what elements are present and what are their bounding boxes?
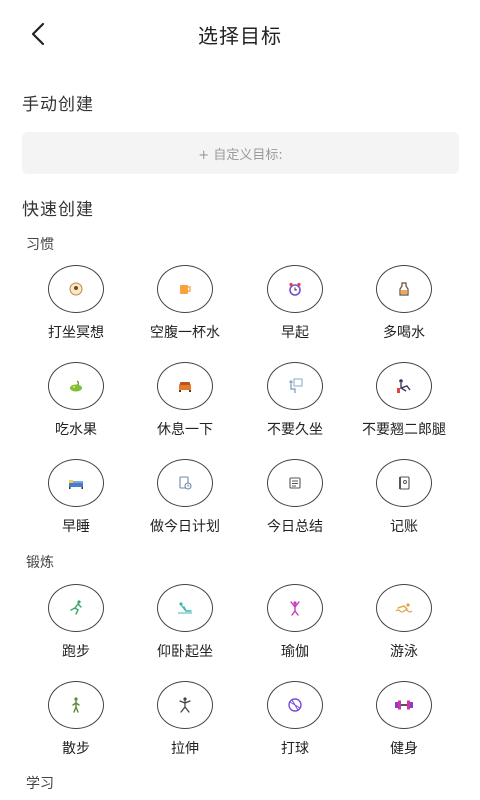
goal-icon-circle: [48, 265, 104, 313]
goal-icon-circle: [48, 362, 104, 410]
water-bottle-icon: [399, 282, 409, 296]
goal-label: 早睡: [62, 519, 90, 535]
goal-item[interactable]: 记账: [349, 459, 459, 536]
page-title: 选择目标: [198, 24, 282, 48]
summary-doc-icon: [289, 477, 301, 489]
goal-label: 多喝水: [383, 325, 425, 341]
goal-label: 不要久坐: [267, 422, 323, 438]
goal-label: 瑜伽: [281, 644, 309, 660]
goal-icon-circle: [267, 584, 323, 632]
situp-icon: [178, 602, 192, 614]
goal-label: 吃水果: [55, 422, 97, 438]
goal-label: 做今日计划: [150, 519, 220, 535]
goal-label: 记账: [390, 519, 418, 535]
custom-goal-button[interactable]: + 自定义目标:: [22, 132, 459, 174]
goal-icon-circle: [267, 265, 323, 313]
goal-label: 空腹一杯水: [150, 325, 220, 341]
ball-icon: [288, 698, 302, 712]
goal-icon-circle: [157, 265, 213, 313]
cup-icon: [180, 285, 191, 294]
alarm-clock-icon: [289, 282, 301, 296]
goal-icon-circle: [48, 459, 104, 507]
goal-item[interactable]: 瑜伽: [240, 584, 350, 661]
plan-doc-icon: [179, 476, 192, 490]
goal-label: 游泳: [390, 644, 418, 660]
goal-item[interactable]: 吃水果: [21, 362, 131, 439]
goal-icon-circle: [267, 362, 323, 410]
goal-icon-circle: [157, 459, 213, 507]
goal-item[interactable]: 打坐冥想: [21, 265, 131, 342]
ledger-icon: [399, 476, 410, 490]
goal-icon-circle: [376, 459, 432, 507]
goal-icon-circle: [376, 584, 432, 632]
goal-label: 打球: [281, 741, 309, 757]
goal-item[interactable]: 不要翘二郎腿: [349, 362, 459, 439]
goal-item[interactable]: 空腹一杯水: [130, 265, 240, 342]
crossed-legs-icon: [397, 379, 411, 393]
fruit-icon: [70, 380, 82, 392]
goal-icon-circle: [157, 681, 213, 729]
goal-icon-circle: [267, 459, 323, 507]
goal-icon-circle: [48, 584, 104, 632]
goal-item[interactable]: 打球: [240, 681, 350, 758]
goal-icon-circle: [267, 681, 323, 729]
goal-item[interactable]: 不要久坐: [240, 362, 350, 439]
goal-item[interactable]: 多喝水: [349, 265, 459, 342]
goal-icon-circle: [376, 265, 432, 313]
goal-icon-circle: [376, 362, 432, 410]
goal-item[interactable]: 拉伸: [130, 681, 240, 758]
swimming-icon: [395, 603, 413, 613]
category-title-habits: 习惯: [26, 237, 54, 253]
goal-item[interactable]: 散步: [21, 681, 131, 758]
goal-item[interactable]: 健身: [349, 681, 459, 758]
sitting-person-icon: [289, 378, 303, 393]
quick-section-title: 快速创建: [22, 200, 94, 220]
goal-label: 休息一下: [157, 422, 213, 438]
goal-label: 仰卧起坐: [157, 644, 213, 660]
manual-section-title: 手动创建: [22, 95, 94, 115]
walking-icon: [72, 697, 80, 713]
goal-label: 今日总结: [267, 519, 323, 535]
goal-label: 不要翘二郎腿: [362, 422, 446, 438]
goal-item[interactable]: 休息一下: [130, 362, 240, 439]
goal-label: 早起: [281, 325, 309, 341]
meditation-icon: [69, 282, 83, 296]
goal-icon-circle: [48, 681, 104, 729]
goal-label: 打坐冥想: [48, 325, 104, 341]
goal-item[interactable]: 早起: [240, 265, 350, 342]
category-title-study: 学习: [26, 776, 54, 792]
goal-item[interactable]: 跑步: [21, 584, 131, 661]
goal-label: 散步: [62, 741, 90, 757]
goal-item[interactable]: 早睡: [21, 459, 131, 536]
goal-icon-circle: [157, 584, 213, 632]
category-title-exercise: 锻炼: [26, 555, 54, 571]
sofa-icon: [179, 382, 191, 392]
goal-icon-circle: [157, 362, 213, 410]
dumbbell-icon: [395, 700, 413, 710]
yoga-icon: [290, 601, 300, 616]
goal-label: 健身: [390, 741, 418, 757]
stretching-icon: [179, 697, 191, 713]
goal-icon-circle: [376, 681, 432, 729]
goal-label: 拉伸: [171, 741, 199, 757]
goal-item[interactable]: 仰卧起坐: [130, 584, 240, 661]
goal-item[interactable]: 做今日计划: [130, 459, 240, 536]
top-bar: 选择目标: [0, 0, 480, 68]
running-icon: [70, 600, 82, 615]
bed-icon: [69, 480, 83, 489]
goal-item[interactable]: 今日总结: [240, 459, 350, 536]
goal-item[interactable]: 游泳: [349, 584, 459, 661]
goal-label: 跑步: [62, 644, 90, 660]
